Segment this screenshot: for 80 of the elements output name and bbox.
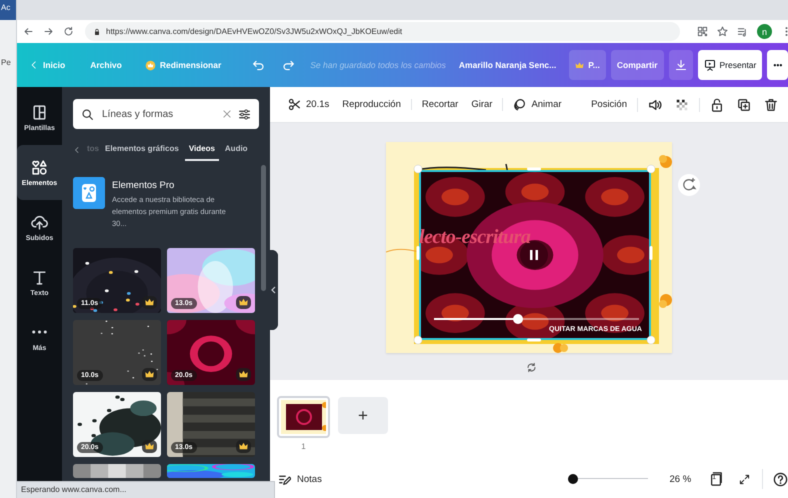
flower-drawing: [553, 343, 568, 353]
chevron-left-icon[interactable]: [73, 146, 81, 154]
download-icon: [674, 59, 687, 71]
star-icon[interactable]: [717, 26, 728, 37]
search-icon: [81, 108, 94, 120]
resize-handle[interactable]: [650, 246, 652, 260]
toolbar-button[interactable]: Recortar: [422, 99, 458, 110]
address-bar[interactable]: https://www.canva.com/design/DAEvHVEwOZ0/Sv3JW5u2xWOxQJ_JbKOEuw/edit: [85, 22, 680, 41]
toolbar-button[interactable]: Girar: [471, 99, 492, 110]
save-status: Se han guardado todos los cambios: [310, 60, 446, 70]
qr-code-icon[interactable]: [697, 26, 708, 37]
page-thumbnail[interactable]: [277, 396, 330, 438]
category-tab[interactable]: Elementos gráficos: [105, 141, 179, 161]
download-button[interactable]: [668, 50, 693, 80]
page-number: 1: [301, 442, 306, 451]
rotate-icon[interactable]: [526, 362, 537, 373]
toolbar-button[interactable]: Posición: [591, 99, 627, 110]
forward-icon[interactable]: [43, 26, 54, 37]
reload-icon[interactable]: [63, 26, 74, 37]
redo-icon: [282, 58, 296, 72]
notes-button[interactable]: Notas: [278, 472, 322, 486]
crown-icon: [575, 60, 584, 70]
transparency-icon[interactable]: [675, 98, 689, 112]
lock-icon[interactable]: [710, 98, 724, 112]
animate-icon: [513, 98, 526, 111]
resize-handle[interactable]: [646, 164, 656, 174]
clear-icon[interactable]: [222, 109, 232, 119]
undo-icon: [252, 58, 266, 72]
more-button[interactable]: •••: [767, 50, 788, 80]
fullscreen-icon[interactable]: [739, 474, 750, 484]
elements-pro-icon: [73, 177, 105, 209]
window-label: Pe: [0, 58, 12, 67]
flower-drawing: [659, 155, 672, 168]
zoom-thumb[interactable]: [568, 474, 578, 484]
window-label: Ac: [0, 0, 16, 20]
lock-icon: [93, 28, 101, 36]
curve-line: [386, 248, 420, 252]
scrollbar[interactable]: [261, 165, 266, 291]
text-icon: [31, 268, 48, 286]
duplicate-icon[interactable]: [737, 98, 751, 112]
trash-icon[interactable]: [764, 98, 778, 112]
add-page-button[interactable]: +: [338, 397, 388, 434]
promo-title[interactable]: Elementos Pro: [112, 180, 240, 191]
animate-button[interactable]: Animar: [513, 98, 562, 111]
resize-handle[interactable]: [527, 338, 541, 342]
filter-icon[interactable]: [238, 108, 251, 120]
resize-handle[interactable]: [414, 336, 422, 344]
profile-avatar[interactable]: n: [757, 24, 772, 39]
cloud-upload-icon: [31, 214, 48, 230]
crown-icon: [144, 60, 156, 70]
design-title[interactable]: Amarillo Naranja Senc...: [458, 60, 556, 70]
help-icon[interactable]: [773, 472, 788, 486]
present-button[interactable]: Presentar: [698, 50, 762, 80]
present-icon: [704, 59, 716, 71]
shapes-icon: [31, 158, 48, 176]
notes-icon: [278, 472, 291, 486]
volume-icon[interactable]: [648, 98, 662, 112]
resize-handle[interactable]: [414, 164, 422, 174]
playlist-icon[interactable]: [737, 26, 748, 37]
category-tab[interactable]: Videos: [184, 141, 219, 161]
resize-handle[interactable]: [527, 168, 541, 170]
resize-handle[interactable]: [646, 336, 656, 344]
search-input[interactable]: Líneas y formas: [100, 108, 216, 120]
layout-icon: [31, 104, 48, 120]
upgrade-button[interactable]: P...: [569, 50, 606, 80]
design-heading: lecto-escritura: [419, 226, 530, 249]
zoom-level: 26 %: [670, 474, 692, 484]
share-button[interactable]: Compartir: [610, 50, 664, 80]
search-field[interactable]: Líneas y formas: [73, 99, 259, 129]
status-text: Esperando www.canva.com...: [21, 485, 126, 494]
trim-button[interactable]: 20.1s: [288, 98, 330, 111]
more-icon: [32, 330, 47, 334]
comment-button[interactable]: [678, 174, 700, 196]
category-tab[interactable]: Audio: [224, 141, 248, 161]
flower-drawing: [659, 294, 672, 308]
toolbar-button[interactable]: Reproducción: [342, 99, 401, 110]
collapse-handle[interactable]: [269, 250, 278, 330]
scissors-icon: [288, 98, 301, 111]
back-icon[interactable]: [23, 26, 34, 37]
resize-handle[interactable]: [416, 246, 420, 260]
